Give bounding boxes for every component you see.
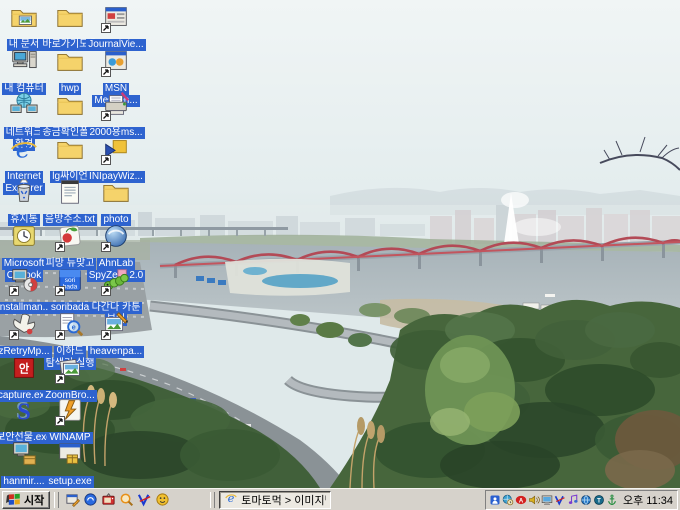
shortcut-arrow-icon xyxy=(101,242,111,252)
hanmir-icon xyxy=(8,439,40,471)
svg-text:e: e xyxy=(72,323,76,332)
computer-icon xyxy=(8,46,40,78)
zretry-icon xyxy=(8,309,40,341)
toolbar-grip[interactable] xyxy=(210,492,215,508)
msn-window-icon xyxy=(100,46,132,78)
desktop-icon-winamp[interactable]: WINAMP xyxy=(38,395,102,444)
desktop-icon-photo-folder[interactable]: photo xyxy=(84,177,148,226)
svg-text:A: A xyxy=(519,498,524,504)
quick-launch-bar xyxy=(63,492,172,507)
tray-music-note-icon[interactable] xyxy=(567,494,579,506)
ahnlab-icon xyxy=(100,221,132,253)
desktop-icon-journalviewer[interactable]: JournalVie... xyxy=(84,2,148,51)
tray-volume-icon[interactable] xyxy=(528,494,540,506)
start-button[interactable]: 시작 xyxy=(2,491,50,509)
quicklaunch-tv-icon[interactable] xyxy=(101,492,116,507)
heavenpa-icon xyxy=(100,309,132,341)
folder-icon xyxy=(100,177,132,209)
desktop-icon-inipay-wizard[interactable]: INIpayWiz... xyxy=(84,134,148,183)
shortcut-arrow-icon xyxy=(9,330,19,340)
windows-logo-icon xyxy=(6,491,21,509)
task-button-tomato-imageroom[interactable]: e 토마토먹 > 이미지방 1... xyxy=(219,491,331,509)
ie-icon: e xyxy=(8,134,40,166)
capture-icon: 안 xyxy=(8,353,40,385)
window-app-icon xyxy=(100,2,132,34)
cartoon-icon xyxy=(100,265,132,297)
zoombrowser-icon xyxy=(54,353,86,385)
quicklaunch-desktop-editor-icon[interactable] xyxy=(65,492,80,507)
soribada-icon: soribada xyxy=(54,265,86,297)
svg-text:e: e xyxy=(228,491,235,505)
desktop[interactable]: 내 문서바로가기모음JournalVie...내 컴퓨터hwpMSNMessen… xyxy=(0,0,680,488)
system-tray: A T 오후 11:34 xyxy=(485,490,678,510)
quicklaunch-v3-icon[interactable] xyxy=(137,492,152,507)
desktop-icon-setup-exe[interactable]: setup.exe xyxy=(38,439,102,488)
inipay-icon xyxy=(100,134,132,166)
mydocs-icon xyxy=(8,2,40,34)
quicklaunch-messenger-smiley-icon[interactable] xyxy=(155,492,170,507)
tray-ahnlab-icon[interactable]: A xyxy=(515,494,527,506)
taskbar: 시작 e 토마토먹 > 이미지방 1... A T 오후 11:34 xyxy=(0,488,680,510)
shortcut-arrow-icon xyxy=(55,416,65,426)
network-icon xyxy=(8,90,40,122)
svg-text:S: S xyxy=(17,398,31,425)
shortcut-arrow-icon xyxy=(101,330,111,340)
desktop-icon-grid: 내 문서바로가기모음JournalVie...내 컴퓨터hwpMSNMessen… xyxy=(0,0,680,488)
shortcut-arrow-icon xyxy=(55,286,65,296)
tray-tomato-icon[interactable]: T xyxy=(593,494,605,506)
shortcut-arrow-icon xyxy=(101,67,111,77)
folder-icon xyxy=(54,134,86,166)
outlook-icon xyxy=(8,221,40,253)
shortcut-arrow-icon xyxy=(9,286,19,296)
recycle-icon xyxy=(8,177,40,209)
desktop-icon-heavenpa[interactable]: heavenpa... xyxy=(84,309,148,358)
security-s-icon: SS xyxy=(8,395,40,427)
svg-text:e: e xyxy=(16,134,31,163)
shortcut-arrow-icon xyxy=(101,23,111,33)
setup-icon xyxy=(54,439,86,471)
desktop-icon-label: setup.exe xyxy=(38,476,102,488)
quicklaunch-media-player-icon[interactable] xyxy=(83,492,98,507)
tray-messenger-icon[interactable] xyxy=(489,494,501,506)
installman-icon xyxy=(8,265,40,297)
tray-v3-icon[interactable] xyxy=(554,494,566,506)
toolbar-grip[interactable] xyxy=(54,492,59,508)
printer-icon xyxy=(100,90,132,122)
taskbar-clock[interactable]: 오후 11:34 xyxy=(623,492,673,508)
shortcut-arrow-icon xyxy=(55,330,65,340)
txtfile-icon xyxy=(54,177,86,209)
shortcut-arrow-icon xyxy=(101,111,111,121)
folder-icon xyxy=(54,2,86,34)
tray-anchor-icon[interactable] xyxy=(606,494,618,506)
svg-text:T: T xyxy=(597,498,601,504)
shortcut-arrow-icon xyxy=(55,374,65,384)
folder-icon xyxy=(54,46,86,78)
svg-text:안: 안 xyxy=(19,362,30,376)
shortcut-arrow-icon xyxy=(101,155,111,165)
internet-explorer-icon: e xyxy=(224,491,238,508)
folder-icon xyxy=(54,90,86,122)
shortcut-arrow-icon xyxy=(101,286,111,296)
tray-display-icon[interactable] xyxy=(541,494,553,506)
desktop-icon-ms2000-printer[interactable]: 2000용ms... xyxy=(84,90,148,139)
start-label: 시작 xyxy=(24,492,44,508)
winamp-icon xyxy=(54,395,86,427)
pmang-icon xyxy=(54,221,86,253)
quicklaunch-search-lamp-icon[interactable] xyxy=(119,492,134,507)
ehard-icon: e xyxy=(54,309,86,341)
tray-time-globe-icon[interactable] xyxy=(502,494,514,506)
shortcut-arrow-icon xyxy=(55,242,65,252)
tray-globe-icon[interactable] xyxy=(580,494,592,506)
task-button-label: 토마토먹 > 이미지방 1... xyxy=(241,492,326,508)
